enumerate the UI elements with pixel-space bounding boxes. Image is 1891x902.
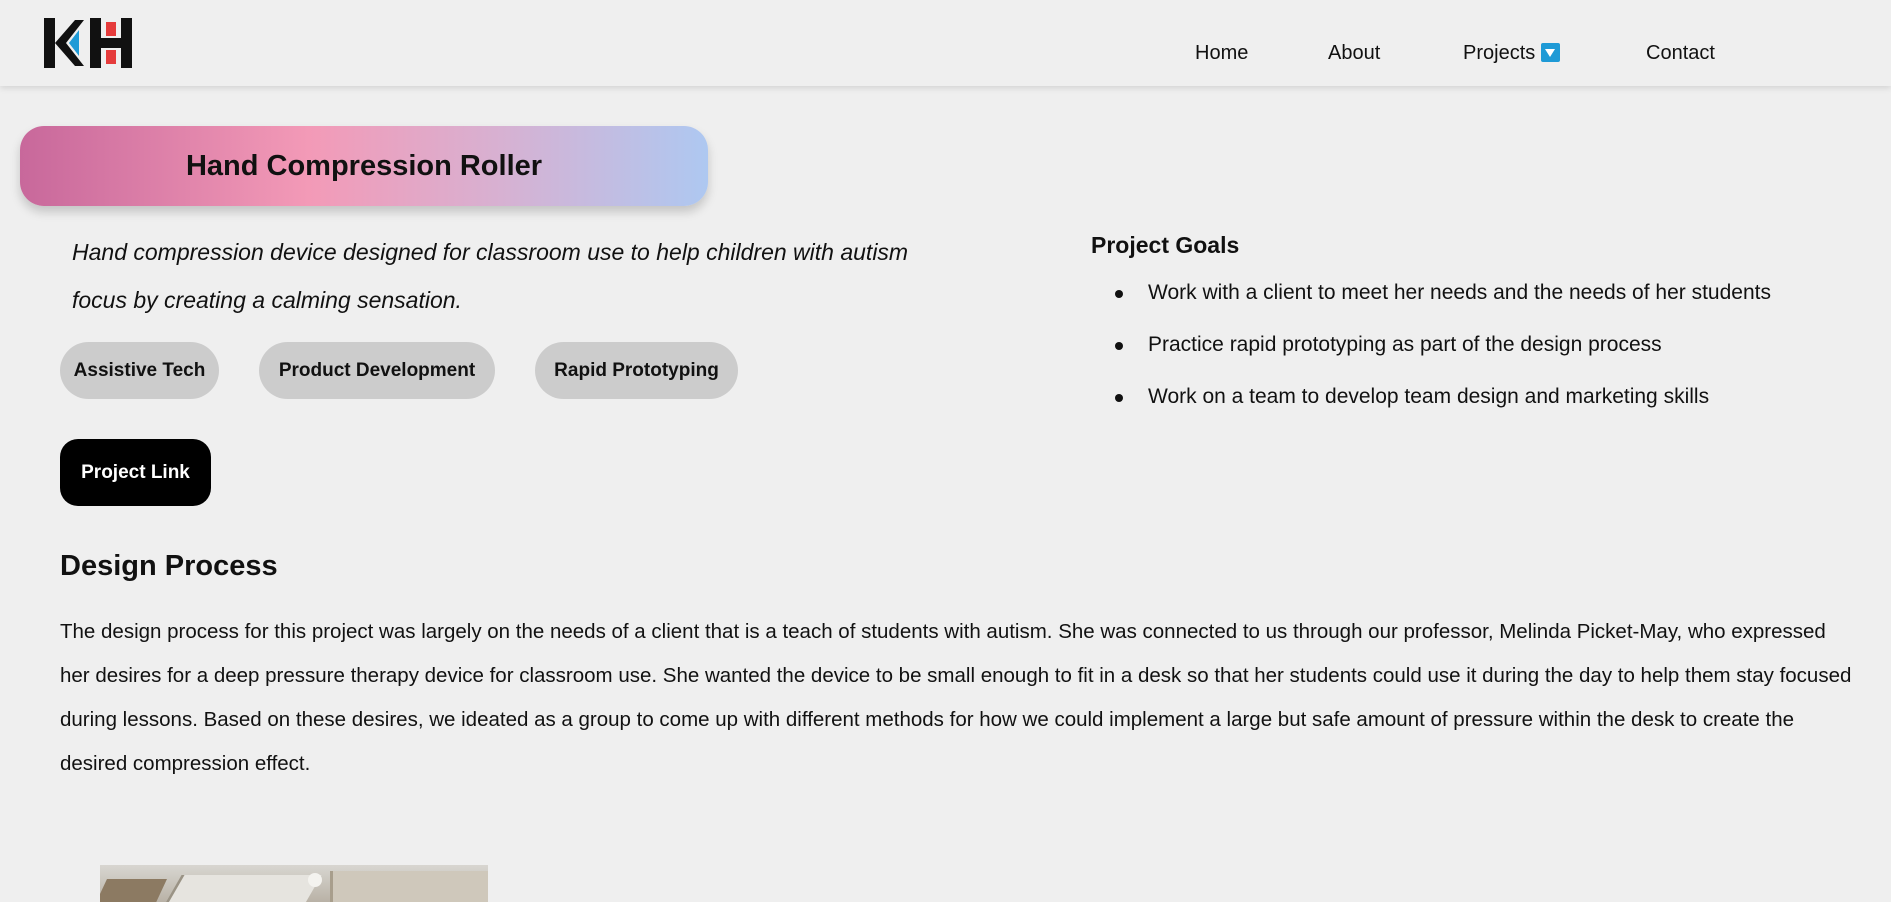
design-process-heading: Design Process bbox=[60, 550, 278, 582]
project-link-button[interactable]: Project Link bbox=[60, 439, 211, 506]
prototype-photo bbox=[100, 865, 488, 902]
goals-heading: Project Goals bbox=[1091, 232, 1240, 258]
project-title-banner: Hand Compression Roller bbox=[20, 126, 708, 206]
dropdown-arrow-icon[interactable] bbox=[1541, 43, 1561, 62]
goal-item: Work on a team to develop team design an… bbox=[1091, 374, 1771, 426]
nav-contact-link[interactable]: Contact bbox=[1646, 42, 1715, 65]
nav-about-link[interactable]: About bbox=[1328, 42, 1380, 65]
tag-rapid-prototyping: Rapid Prototyping bbox=[535, 342, 738, 399]
goal-item: Practice rapid prototyping as part of th… bbox=[1091, 322, 1771, 374]
project-subtitle: Hand compression device designed for cla… bbox=[72, 239, 909, 313]
goals-list: Work with a client to meet her needs and… bbox=[1091, 270, 1771, 426]
goal-item: Work with a client to meet her needs and… bbox=[1091, 270, 1771, 322]
design-process-body: The design process for this project was … bbox=[60, 620, 1852, 775]
nav-home-link[interactable]: Home bbox=[1195, 42, 1248, 65]
project-title: Hand Compression Roller bbox=[185, 149, 543, 182]
nav-projects-label: Projects bbox=[1463, 42, 1536, 64]
nav-projects-dropdown[interactable]: Projects bbox=[1463, 42, 1561, 65]
tag-assistive-tech: Assistive Tech bbox=[60, 342, 219, 399]
main-nav: Home About Projects Contact bbox=[0, 0, 1891, 86]
navbar: Home About Projects Contact bbox=[0, 0, 1891, 86]
tag-product-development: Product Development bbox=[259, 342, 495, 399]
